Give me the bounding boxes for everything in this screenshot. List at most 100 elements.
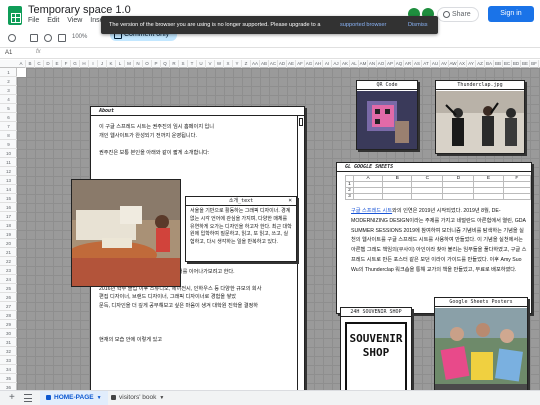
column-header[interactable]: AW [449,60,458,68]
column-header[interactable]: AO [377,60,386,68]
thunderclap-window[interactable]: Thunderclap.jpg [435,80,525,154]
column-header[interactable]: AY [467,60,476,68]
column-header[interactable]: M [125,60,134,68]
column-header[interactable]: X [224,60,233,68]
column-header[interactable]: AK [341,60,350,68]
row-header[interactable]: 29 [0,320,17,329]
column-header[interactable]: AR [404,60,413,68]
column-header[interactable]: S [179,60,188,68]
column-header[interactable]: F [62,60,71,68]
zoom-select[interactable]: 100% [72,34,87,40]
row-header[interactable]: 27 [0,302,17,311]
cell-reference[interactable]: A1 [5,50,12,56]
intro-window[interactable]: 소개_text × 서울을 기반으로 활동하는 그래픽 디자이너. 경계 없는 시… [185,196,297,262]
column-header[interactable]: U [197,60,206,68]
posters-window[interactable]: Google Sheets Posters [434,297,528,405]
row-header[interactable]: 7 [0,122,17,131]
row-header[interactable]: 13 [0,176,17,185]
row-header[interactable]: 2 [0,77,17,86]
column-header[interactable]: AI [323,60,332,68]
column-header[interactable]: AH [314,60,323,68]
column-header[interactable]: AE [287,60,296,68]
tab-menu-icon[interactable] [24,394,32,402]
column-header[interactable]: BF [530,60,539,68]
column-header[interactable]: Z [242,60,251,68]
row-header[interactable]: 21 [0,248,17,257]
row-header[interactable]: 25 [0,284,17,293]
column-header[interactable]: H [80,60,89,68]
row-header[interactable]: 18 [0,221,17,230]
column-header[interactable]: BB [494,60,503,68]
column-header[interactable]: R [170,60,179,68]
column-header[interactable]: T [188,60,197,68]
column-header[interactable]: AQ [395,60,404,68]
column-header[interactable]: AB [260,60,269,68]
row-header[interactable]: 10 [0,149,17,158]
row-header[interactable]: 16 [0,203,17,212]
row-header[interactable]: 17 [0,212,17,221]
supported-browser-link[interactable]: supported browser [340,16,386,34]
column-header[interactable]: O [143,60,152,68]
tab-home-page[interactable]: HOME-PAGE ▼ [40,391,108,405]
paint-format-icon[interactable] [58,34,66,42]
row-header[interactable]: 8 [0,131,17,140]
row-header[interactable]: 33 [0,356,17,365]
google-sheets-window[interactable]: GL GOOGLE SHEETS A B C D E F 1 2 3 구글 스프… [336,162,532,314]
column-header[interactable]: AL [350,60,359,68]
column-header[interactable]: AU [431,60,440,68]
add-sheet-icon[interactable]: + [9,393,15,403]
row-header[interactable]: 3 [0,86,17,95]
column-header[interactable]: AT [422,60,431,68]
row-header[interactable]: 5 [0,104,17,113]
column-header[interactable]: AF [296,60,305,68]
qr-window[interactable]: QR Code [356,80,418,150]
about-scrollbar[interactable] [297,116,304,405]
column-header[interactable]: BC [503,60,512,68]
column-header[interactable]: A [17,60,26,68]
row-header[interactable]: 20 [0,239,17,248]
column-header[interactable]: E [53,60,62,68]
column-header[interactable]: AM [359,60,368,68]
search-menus-icon[interactable] [8,34,16,42]
column-header[interactable]: BE [521,60,530,68]
share-button[interactable]: Share [437,7,479,22]
row-header[interactable]: 34 [0,365,17,374]
document-title[interactable]: Temporary space 1.0 [28,4,131,16]
row-header[interactable]: 22 [0,257,17,266]
column-header[interactable]: AN [368,60,377,68]
column-header[interactable]: K [107,60,116,68]
column-header[interactable]: L [116,60,125,68]
row-header[interactable]: 35 [0,374,17,383]
row-header[interactable]: 31 [0,338,17,347]
column-header[interactable]: AS [413,60,422,68]
column-header[interactable]: AC [269,60,278,68]
column-header[interactable]: D [44,60,53,68]
column-header[interactable]: J [98,60,107,68]
google-sheets-link[interactable]: 구글 스프레드 시트 [351,208,392,214]
menu-file[interactable]: File [28,17,39,24]
row-header[interactable]: 32 [0,347,17,356]
column-header[interactable]: Q [161,60,170,68]
column-header[interactable]: AZ [476,60,485,68]
column-header[interactable]: AA [251,60,260,68]
column-header[interactable]: AX [458,60,467,68]
dismiss-button[interactable]: Dismiss [408,16,428,34]
row-header[interactable]: 24 [0,275,17,284]
selected-cell-a1[interactable] [17,68,26,77]
column-header[interactable]: AV [440,60,449,68]
column-header[interactable]: BD [512,60,521,68]
column-header[interactable]: N [134,60,143,68]
row-header[interactable]: 1 [0,68,17,77]
column-header[interactable]: AG [305,60,314,68]
column-header[interactable]: P [152,60,161,68]
row-header[interactable]: 4 [0,95,17,104]
row-header[interactable]: 30 [0,329,17,338]
column-header[interactable]: Y [233,60,242,68]
column-header[interactable]: C [35,60,44,68]
column-header[interactable]: I [89,60,98,68]
row-header[interactable]: 28 [0,311,17,320]
close-icon[interactable]: × [288,197,292,205]
column-header[interactable]: BA [485,60,494,68]
row-header[interactable]: 15 [0,194,17,203]
menu-edit[interactable]: Edit [47,17,59,24]
